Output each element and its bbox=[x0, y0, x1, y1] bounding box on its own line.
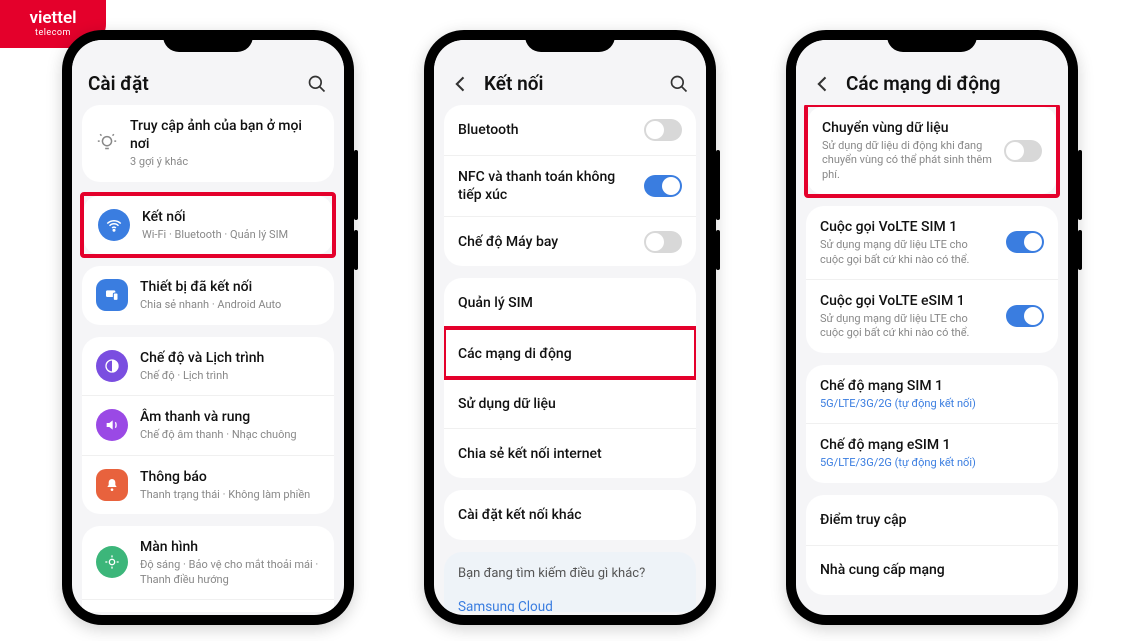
roaming-sub: Sử dụng dữ liệu di động khi đang chuyển … bbox=[822, 139, 992, 182]
display-icon bbox=[96, 546, 128, 578]
notify-title: Thông báo bbox=[140, 468, 320, 486]
sim-label: Quản lý SIM bbox=[458, 294, 533, 312]
toggle-bluetooth[interactable] bbox=[644, 119, 682, 141]
row-netmode-sim1[interactable]: Chế độ mạng SIM 1 5G/LTE/3G/2G (tự động … bbox=[806, 365, 1058, 423]
row-sound[interactable]: Âm thanh và rung Chế độ âm thanh · Nhạc … bbox=[82, 395, 334, 454]
toggle-volte1[interactable] bbox=[1006, 231, 1044, 253]
toggle-airplane[interactable] bbox=[644, 231, 682, 253]
row-volte-sim1[interactable]: Cuộc gọi VoLTE SIM 1 Sử dụng mạng dữ liệ… bbox=[806, 206, 1058, 279]
data-usage-label: Sử dụng dữ liệu bbox=[458, 395, 556, 413]
sound-sub: Chế độ âm thanh · Nhạc chuông bbox=[140, 428, 320, 442]
back-icon[interactable] bbox=[450, 73, 472, 95]
lightbulb-icon bbox=[96, 132, 118, 154]
row-operators[interactable]: Nhà cung cấp mạng bbox=[806, 545, 1058, 595]
wifi-icon bbox=[98, 209, 130, 241]
row-mode[interactable]: Chế độ và Lịch trình Chế độ · Lịch trình bbox=[82, 337, 334, 395]
tip-title: Truy cập ảnh của bạn ở mọi nơi bbox=[130, 117, 320, 153]
highlight-connection: Kết nối Wi-Fi · Bluetooth · Quản lý SIM bbox=[80, 192, 336, 258]
logo-brand: viettel bbox=[29, 10, 76, 27]
row-connected-devices[interactable]: Thiết bị đã kết nối Chia sẻ nhanh · Andr… bbox=[82, 266, 334, 324]
airplane-label: Chế độ Máy bay bbox=[458, 233, 632, 251]
apn-label: Điểm truy cập bbox=[820, 511, 907, 529]
row-volte-esim1[interactable]: Cuộc gọi VoLTE eSIM 1 Sử dụng mạng dữ li… bbox=[806, 279, 1058, 353]
display-sub: Độ sáng · Bảo vệ cho mắt thoải mái · Tha… bbox=[140, 558, 320, 587]
row-data-usage[interactable]: Sử dụng dữ liệu bbox=[444, 378, 696, 428]
more-label: Cài đặt kết nối khác bbox=[458, 506, 582, 524]
page-title: Kết nối bbox=[484, 72, 656, 95]
volte1-title: Cuộc gọi VoLTE SIM 1 bbox=[820, 218, 994, 236]
phone-mobile-networks: Các mạng di động Chuyển vùng dữ liệu Sử … bbox=[786, 30, 1078, 625]
phone-notch bbox=[887, 30, 977, 52]
logo-sub: telecom bbox=[35, 29, 71, 38]
volte2-title: Cuộc gọi VoLTE eSIM 1 bbox=[820, 292, 994, 310]
mode-title: Chế độ và Lịch trình bbox=[140, 349, 320, 367]
search-icon[interactable] bbox=[306, 73, 328, 95]
toggle-nfc[interactable] bbox=[644, 175, 682, 197]
mobile-networks-label: Các mạng di động bbox=[458, 345, 572, 363]
row-mobile-networks[interactable]: Các mạng di động bbox=[444, 328, 696, 378]
row-netmode-esim1[interactable]: Chế độ mạng eSIM 1 5G/LTE/3G/2G (tự động… bbox=[806, 423, 1058, 482]
mode-icon bbox=[96, 350, 128, 382]
netmode2-sub: 5G/LTE/3G/2G (tự động kết nối) bbox=[820, 456, 1044, 470]
link-samsung-cloud[interactable]: Samsung Cloud bbox=[444, 589, 696, 612]
toggle-roaming[interactable] bbox=[1004, 140, 1042, 162]
sound-title: Âm thanh và rung bbox=[140, 408, 320, 426]
display-title: Màn hình bbox=[140, 538, 320, 556]
row-sim-manager[interactable]: Quản lý SIM bbox=[444, 278, 696, 328]
volte2-sub: Sử dụng mạng dữ liệu LTE cho cuộc gọi bấ… bbox=[820, 312, 994, 341]
connected-devices-title: Thiết bị đã kết nối bbox=[140, 278, 320, 296]
phone-connections: Kết nối Bluetooth NFC và thanh toán khôn… bbox=[424, 30, 716, 625]
sound-icon bbox=[96, 409, 128, 441]
row-notify[interactable]: Thông báo Thanh trạng thái · Không làm p… bbox=[82, 455, 334, 514]
row-nfc[interactable]: NFC và thanh toán không tiếp xúc bbox=[444, 155, 696, 216]
volte1-sub: Sử dụng mạng dữ liệu LTE cho cuộc gọi bấ… bbox=[820, 238, 994, 267]
row-more-settings[interactable]: Cài đặt kết nối khác bbox=[444, 490, 696, 540]
bluetooth-label: Bluetooth bbox=[458, 121, 632, 139]
tip-card[interactable]: Truy cập ảnh của bạn ở mọi nơi 3 gợi ý k… bbox=[82, 105, 334, 182]
phone-settings: Cài đặt Truy cập ảnh của bạn ở mọi nơi 3… bbox=[62, 30, 354, 625]
row-airplane[interactable]: Chế độ Máy bay bbox=[444, 216, 696, 266]
operators-label: Nhà cung cấp mạng bbox=[820, 561, 945, 579]
devices-icon bbox=[96, 279, 128, 311]
netmode2-title: Chế độ mạng eSIM 1 bbox=[820, 436, 1044, 454]
mode-sub: Chế độ · Lịch trình bbox=[140, 369, 320, 383]
nfc-label: NFC và thanh toán không tiếp xúc bbox=[458, 168, 632, 204]
search-section-title: Bạn đang tìm kiếm điều gì khác? bbox=[444, 552, 696, 589]
roaming-title: Chuyển vùng dữ liệu bbox=[822, 119, 992, 137]
netmode1-sub: 5G/LTE/3G/2G (tự động kết nối) bbox=[820, 397, 1044, 411]
row-bluetooth[interactable]: Bluetooth bbox=[444, 105, 696, 155]
row-display[interactable]: Màn hình Độ sáng · Bảo vệ cho mắt thoải … bbox=[82, 526, 334, 599]
bell-icon bbox=[96, 469, 128, 501]
back-icon[interactable] bbox=[812, 73, 834, 95]
page-title: Các mạng di động bbox=[846, 72, 1052, 95]
row-roaming[interactable]: Chuyển vùng dữ liệu Sử dụng dữ liệu di đ… bbox=[808, 107, 1056, 194]
toggle-volte2[interactable] bbox=[1006, 305, 1044, 327]
hotspot-label: Chia sẻ kết nối internet bbox=[458, 445, 602, 463]
phone-notch bbox=[163, 30, 253, 52]
row-battery[interactable]: Pin Tiết kiệm pin · Sạc bbox=[82, 599, 334, 612]
row-apn[interactable]: Điểm truy cập bbox=[806, 495, 1058, 545]
notify-sub: Thanh trạng thái · Không làm phiền bbox=[140, 488, 320, 502]
row-connection[interactable]: Kết nối Wi-Fi · Bluetooth · Quản lý SIM bbox=[84, 196, 332, 254]
phone-notch bbox=[525, 30, 615, 52]
connection-sub: Wi-Fi · Bluetooth · Quản lý SIM bbox=[142, 228, 318, 242]
row-hotspot[interactable]: Chia sẻ kết nối internet bbox=[444, 428, 696, 478]
highlight-roaming: Chuyển vùng dữ liệu Sử dụng dữ liệu di đ… bbox=[804, 105, 1060, 198]
search-icon[interactable] bbox=[668, 73, 690, 95]
tip-sub: 3 gợi ý khác bbox=[130, 155, 320, 169]
netmode1-title: Chế độ mạng SIM 1 bbox=[820, 377, 1044, 395]
connected-devices-sub: Chia sẻ nhanh · Android Auto bbox=[140, 298, 320, 312]
connection-title: Kết nối bbox=[142, 208, 318, 226]
page-title: Cài đặt bbox=[88, 72, 294, 95]
